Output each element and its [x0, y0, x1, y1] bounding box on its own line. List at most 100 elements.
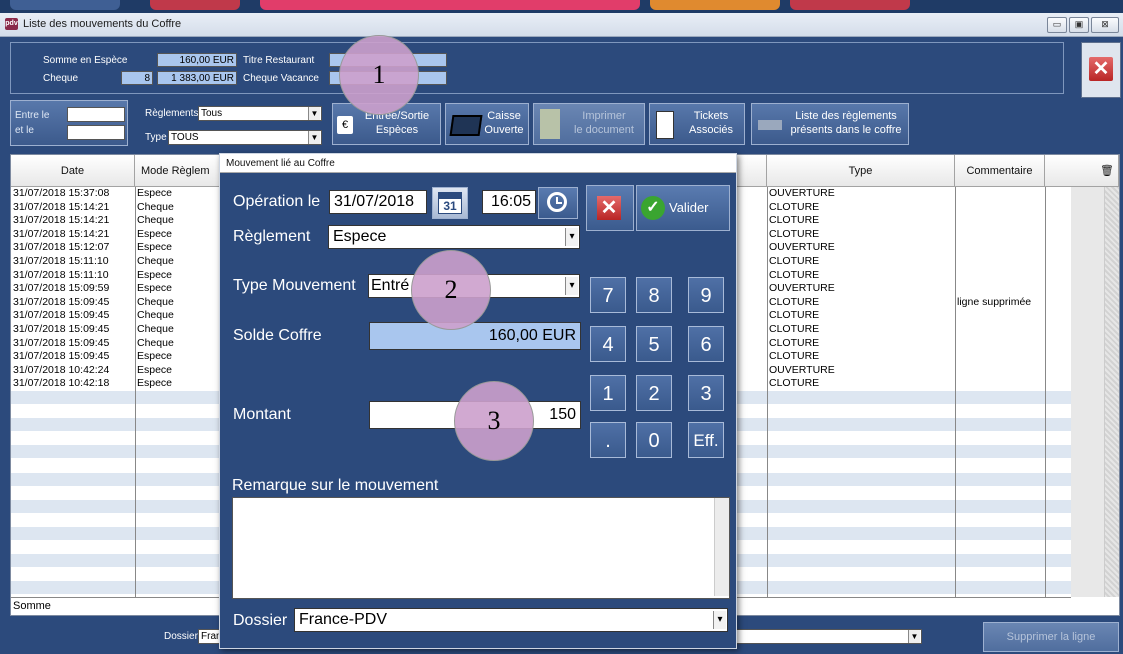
numpad-key-6[interactable]: 6 [688, 326, 724, 362]
chevron-down-icon: ▼ [908, 630, 920, 643]
calendar-day: 31 [443, 199, 457, 213]
row-comment: ligne supprimée [957, 295, 1032, 308]
cheque-label: Cheque [43, 73, 79, 84]
numpad-key-clear[interactable]: Eff. [688, 422, 724, 458]
reglements-select[interactable]: Tous ▼ [198, 106, 322, 121]
summary-panel: Somme en Espèce 160,00 EUR Titre Restaur… [10, 42, 1064, 94]
numpad-key-7[interactable]: 7 [590, 277, 626, 313]
calendar-icon: 31 [438, 192, 462, 214]
type-filter-select-value: TOUS [171, 132, 199, 143]
row-type: OUVERTURE [769, 187, 835, 199]
app-icon: pdv [5, 18, 18, 30]
chevron-down-icon: ▾ [713, 611, 726, 629]
safe-icon [758, 120, 782, 130]
chevron-down-icon: ▼ [308, 107, 320, 120]
montant-label: Montant [233, 406, 291, 423]
especes-label: Somme en Espèce [43, 55, 128, 66]
dialog-title: Mouvement lié au Coffre [220, 154, 736, 173]
row-date: 31/07/2018 15:14:21 [13, 214, 110, 227]
close-icon: ✕ [597, 196, 621, 220]
tickets-associes-button[interactable]: Tickets Associés [649, 103, 745, 145]
header-date[interactable]: Date [11, 155, 135, 187]
time-button[interactable] [538, 187, 578, 219]
header-commentaire[interactable]: Commentaire [955, 155, 1045, 187]
et-label: et le [15, 125, 34, 136]
dialog-dossier-select[interactable]: France-PDV ▾ [294, 608, 728, 632]
valider-button[interactable]: ✓ Valider [636, 185, 730, 231]
row-date: 31/07/2018 15:11:10 [13, 268, 109, 281]
numpad-key-dot[interactable]: . [590, 422, 626, 458]
numpad-key-9[interactable]: 9 [688, 277, 724, 313]
annotation-marker-2: 2 [411, 250, 491, 330]
solde-coffre-label: Solde Coffre [233, 327, 322, 344]
caisse-ouverte-button[interactable]: Caisse Ouverte [445, 103, 529, 145]
numpad-key-2[interactable]: 2 [636, 375, 672, 411]
check-icon: ✓ [641, 196, 665, 220]
especes-total: 160,00 EUR [157, 53, 237, 67]
numpad-key-0[interactable]: 0 [636, 422, 672, 458]
reglement-select[interactable]: Espece ▾ [328, 225, 580, 249]
date-to-input[interactable]: 31/07/2018 [67, 125, 125, 140]
date-from-input[interactable]: 31/07/2018 [67, 107, 125, 122]
type-mouvement-label: Type Mouvement [233, 277, 356, 294]
numpad-key-8[interactable]: 8 [636, 277, 672, 313]
header-type[interactable]: Type [767, 155, 955, 187]
type-mouvement-value: Entré [371, 277, 410, 294]
row-type: OUVERTURE [769, 241, 835, 254]
caisse-line2: Ouverte [484, 124, 524, 136]
row-mode: Espece [137, 363, 173, 376]
close-screen-button[interactable]: ✕ [1081, 42, 1121, 98]
ticket-icon [656, 111, 674, 139]
row-date: 31/07/2018 15:09:59 [13, 282, 110, 295]
row-type: CLOTURE [769, 200, 820, 213]
operation-time-input[interactable]: 16:05 [482, 190, 536, 214]
document-icon [540, 109, 560, 139]
imprimer-document-button[interactable]: Imprimer le document [533, 103, 645, 145]
numpad-key-3[interactable]: 3 [688, 375, 724, 411]
numpad-key-1[interactable]: 1 [590, 375, 626, 411]
row-mode: Cheque [137, 295, 174, 308]
row-type: OUVERTURE [769, 282, 835, 295]
annotation-marker-3: 3 [454, 381, 534, 461]
header-mode[interactable]: Mode Règlem [135, 155, 225, 187]
liste-line1: Liste des règlements [795, 110, 897, 122]
cheque-count: 8 [121, 71, 153, 85]
entre-label: Entre le [15, 110, 50, 121]
numpad-key-5[interactable]: 5 [636, 326, 672, 362]
remarque-textarea[interactable] [232, 497, 730, 599]
row-mode: Espece [137, 377, 173, 390]
bottom-select[interactable]: ▼ [736, 629, 922, 644]
table-spacer [1071, 187, 1104, 597]
liste-reglements-coffre-button[interactable]: Liste des règlements présents dans le co… [751, 103, 909, 145]
caisse-line1: Caisse [487, 110, 521, 122]
row-date: 31/07/2018 15:09:45 [13, 295, 110, 308]
reglements-label: Règlements [145, 108, 199, 119]
window-close-button[interactable]: ⊠ [1091, 17, 1119, 33]
numpad-key-4[interactable]: 4 [590, 326, 626, 362]
type-filter-select[interactable]: TOUS ▼ [168, 130, 322, 145]
minimize-button[interactable]: ▭ [1047, 17, 1067, 33]
row-type: CLOTURE [769, 227, 820, 240]
row-type: CLOTURE [769, 268, 820, 281]
maximize-button[interactable]: ▣ [1069, 17, 1089, 33]
operation-date-input[interactable]: 31/07/2018 [329, 190, 427, 214]
row-date: 31/07/2018 15:09:45 [13, 336, 110, 349]
imprimer-line2: le document [574, 124, 634, 136]
entree-sortie-line2: Espèces [375, 124, 419, 136]
row-mode: Cheque [137, 336, 174, 349]
remarque-scrollbar[interactable] [714, 498, 729, 596]
titre-restaurant-label: Titre Restaurant [243, 55, 315, 66]
reglements-select-value: Tous [201, 108, 223, 119]
row-mode: Cheque [137, 214, 174, 227]
bottom-dossier-select[interactable]: Fran [198, 629, 220, 644]
bottom-dossier-label: Dossier [164, 631, 198, 642]
row-type: CLOTURE [769, 255, 820, 267]
table-scrollbar[interactable] [1104, 187, 1119, 597]
row-date: 31/07/2018 15:14:21 [13, 200, 110, 213]
supprimer-ligne-button[interactable]: Supprimer la ligne [983, 622, 1119, 652]
row-type: CLOTURE [769, 336, 820, 349]
row-date: 31/07/2018 15:09:45 [13, 323, 110, 335]
cancel-dialog-button[interactable]: ✕ [586, 185, 634, 231]
header-delete-icon: 🗑 [1045, 155, 1119, 187]
calendar-button[interactable]: 31 [432, 187, 468, 219]
